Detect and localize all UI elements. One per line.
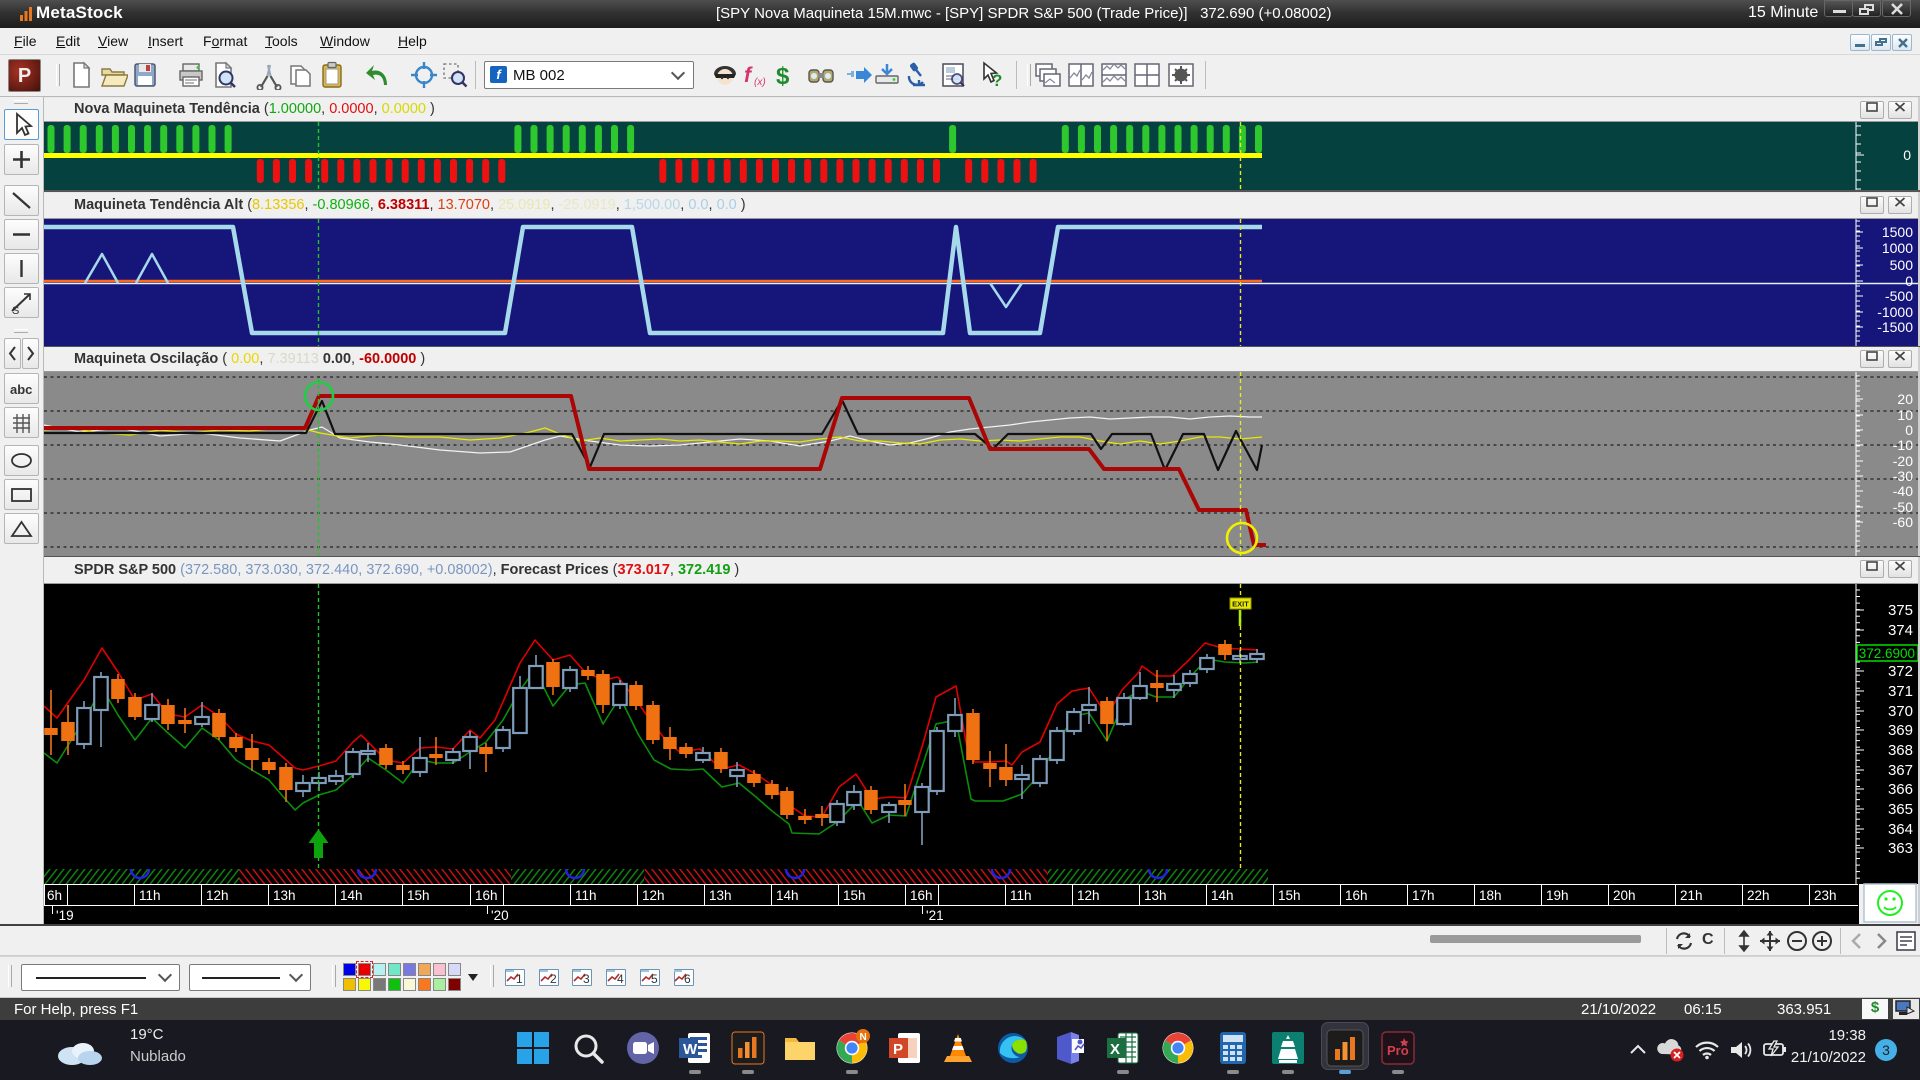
svg-text:-30: -30 — [1893, 468, 1913, 484]
svg-text:X: X — [1110, 1041, 1120, 1058]
svg-text:23h: 23h — [1814, 888, 1837, 903]
svg-text:'19: '19 — [56, 908, 74, 923]
svg-text:15h: 15h — [407, 888, 430, 903]
svg-text:365: 365 — [1888, 801, 1913, 818]
svg-text:370: 370 — [1888, 703, 1913, 720]
svg-text:12h: 12h — [206, 888, 229, 903]
svg-text:372: 372 — [1888, 663, 1913, 680]
svg-text:363: 363 — [1888, 840, 1913, 857]
svg-text:12h: 12h — [642, 888, 665, 903]
svg-text:abc: abc — [10, 382, 32, 397]
svg-text:W: W — [683, 1041, 698, 1058]
svg-text:-500: -500 — [1885, 288, 1913, 304]
svg-text:15h: 15h — [1278, 888, 1301, 903]
svg-text:-50: -50 — [1893, 499, 1913, 515]
svg-text:(x): (x) — [754, 77, 766, 88]
svg-text:11h: 11h — [139, 888, 161, 903]
svg-text:18h: 18h — [1479, 888, 1502, 903]
svg-text:364: 364 — [1888, 821, 1913, 838]
svg-text:368: 368 — [1888, 742, 1913, 759]
svg-text:12h: 12h — [1077, 888, 1100, 903]
svg-text:14h: 14h — [340, 888, 363, 903]
svg-text:20h: 20h — [1613, 888, 1636, 903]
svg-text:-60: -60 — [1893, 514, 1913, 530]
svg-text:-1000: -1000 — [1877, 304, 1913, 320]
svg-text:EXIT: EXIT — [1232, 600, 1249, 609]
svg-text:21h: 21h — [1680, 888, 1703, 903]
svg-text:13h: 13h — [273, 888, 296, 903]
svg-text:0: 0 — [1905, 422, 1913, 438]
svg-text:1: 1 — [516, 972, 523, 985]
svg-text:13h: 13h — [709, 888, 732, 903]
svg-text:6h: 6h — [47, 888, 62, 903]
svg-text:S: S — [12, 305, 19, 317]
svg-text:0: 0 — [1905, 273, 1913, 289]
svg-text:371: 371 — [1888, 683, 1913, 700]
svg-text:372.6900: 372.6900 — [1859, 646, 1915, 661]
svg-text:f: f — [744, 64, 753, 87]
svg-text:367: 367 — [1888, 762, 1913, 779]
svg-text:19h: 19h — [1546, 888, 1569, 903]
svg-text:N: N — [860, 1032, 867, 1043]
svg-text:16h: 16h — [475, 888, 498, 903]
svg-text:11h: 11h — [1010, 888, 1032, 903]
svg-text:'21: '21 — [926, 908, 944, 923]
svg-text:15h: 15h — [843, 888, 866, 903]
svg-text:22h: 22h — [1747, 888, 1770, 903]
svg-text:1000: 1000 — [1882, 240, 1913, 256]
svg-text:-1500: -1500 — [1877, 319, 1913, 335]
svg-text:366: 366 — [1888, 781, 1913, 798]
svg-text:375: 375 — [1888, 602, 1913, 619]
svg-text:-40: -40 — [1893, 483, 1913, 499]
svg-text:374: 374 — [1888, 622, 1913, 639]
svg-text:5: 5 — [651, 972, 658, 985]
svg-text:10: 10 — [1897, 407, 1913, 423]
svg-text:369: 369 — [1888, 722, 1913, 739]
svg-text:16h: 16h — [910, 888, 933, 903]
svg-text:1500: 1500 — [1882, 224, 1913, 240]
svg-text:14h: 14h — [776, 888, 799, 903]
svg-text:?: ? — [992, 71, 1002, 90]
svg-text:-20: -20 — [1893, 453, 1913, 469]
svg-text:P: P — [893, 1041, 903, 1058]
svg-text:-10: -10 — [1893, 437, 1913, 453]
svg-text:500: 500 — [1890, 257, 1914, 273]
svg-text:'20: '20 — [491, 908, 509, 923]
svg-text:16h: 16h — [1345, 888, 1368, 903]
svg-text:2: 2 — [550, 972, 557, 985]
svg-text:11h: 11h — [575, 888, 597, 903]
svg-text:3: 3 — [583, 972, 590, 985]
svg-text:$: $ — [776, 63, 790, 90]
svg-text:4: 4 — [617, 972, 624, 985]
svg-text:20: 20 — [1897, 391, 1913, 407]
svg-text:6: 6 — [684, 972, 691, 985]
svg-text:13h: 13h — [1144, 888, 1167, 903]
svg-text:0: 0 — [1903, 147, 1911, 163]
svg-text:17h: 17h — [1412, 888, 1435, 903]
svg-text:14h: 14h — [1211, 888, 1234, 903]
